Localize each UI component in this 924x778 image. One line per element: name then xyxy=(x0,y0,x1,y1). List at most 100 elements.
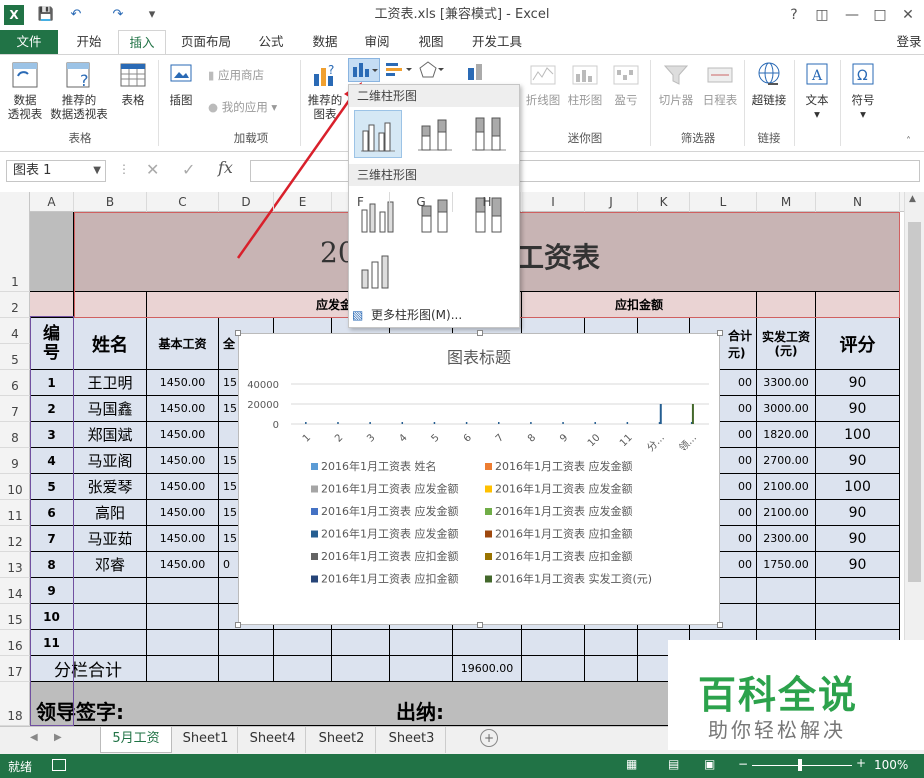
table-row-net[interactable]: 1750.00 xyxy=(757,552,816,578)
subtotal-cell[interactable] xyxy=(147,656,219,682)
header-base[interactable]: 基本工资 xyxy=(147,318,219,370)
table-row-score[interactable]: 90 xyxy=(816,526,900,552)
scatter-chart-button[interactable] xyxy=(416,60,446,80)
sheet-tab-sheet3[interactable]: Sheet3 xyxy=(378,727,446,753)
header-score[interactable]: 评分 xyxy=(816,318,900,370)
table-row-score[interactable]: 90 xyxy=(816,500,900,526)
zoom-in-icon[interactable]: + xyxy=(856,756,866,770)
3d-column-option[interactable] xyxy=(354,248,402,296)
table-row-net[interactable]: 3300.00 xyxy=(757,370,816,396)
header-num[interactable]: 编 号 xyxy=(30,318,74,370)
subtotal-cell[interactable] xyxy=(274,656,332,682)
table-row-num[interactable]: 4 xyxy=(30,448,74,474)
row-header-9[interactable]: 9 xyxy=(0,448,30,474)
table-row-base[interactable] xyxy=(147,578,219,604)
name-header-top[interactable] xyxy=(74,292,147,318)
column-header-e[interactable]: E xyxy=(274,192,332,212)
row-header-13[interactable]: 13 xyxy=(0,552,30,578)
row-header-17[interactable]: 17 xyxy=(0,656,30,682)
table-row-score[interactable]: 90 xyxy=(816,396,900,422)
tab-view[interactable]: 视图 xyxy=(408,30,454,54)
net-header-top[interactable] xyxy=(757,292,816,318)
table-row-net[interactable]: 3000.00 xyxy=(757,396,816,422)
row-header-11[interactable]: 11 xyxy=(0,500,30,526)
table-row-num[interactable]: 1 xyxy=(30,370,74,396)
timeline-button[interactable]: 日程表 xyxy=(700,60,740,107)
name-box[interactable]: 图表 1 ▼ xyxy=(6,160,106,182)
table-row-num[interactable]: 8 xyxy=(30,552,74,578)
table-row-name[interactable]: 马国鑫 xyxy=(74,396,147,422)
table-row-net[interactable]: 2300.00 xyxy=(757,526,816,552)
column-header-d[interactable]: D xyxy=(219,192,274,212)
sparkline-line-button[interactable]: 折线图 xyxy=(524,60,562,107)
macro-record-icon[interactable] xyxy=(52,759,66,771)
column-header-a[interactable]: A xyxy=(30,192,74,212)
table-row-base[interactable]: 1450.00 xyxy=(147,474,219,500)
ribbon-display-icon[interactable]: ◫ xyxy=(808,3,836,27)
close-button[interactable]: ✕ xyxy=(894,3,922,27)
sheet-tab-sheet1[interactable]: Sheet1 xyxy=(174,727,238,753)
table-row-num[interactable]: 5 xyxy=(30,474,74,500)
zoom-level[interactable]: 100% xyxy=(874,758,908,772)
chart-resize-handle[interactable] xyxy=(235,622,241,628)
tab-insert[interactable]: 插入 xyxy=(118,30,166,54)
column-header-l[interactable]: L xyxy=(690,192,757,212)
table-row-net[interactable]: 2700.00 xyxy=(757,448,816,474)
column-header-f[interactable]: F xyxy=(332,192,390,212)
row-header-8[interactable]: 8 xyxy=(0,422,30,448)
zoom-slider[interactable] xyxy=(752,765,852,766)
table-row-name[interactable]: 郑国斌 xyxy=(74,422,147,448)
subtotal-cell[interactable] xyxy=(219,656,274,682)
row-header-4[interactable]: 4 xyxy=(0,318,30,344)
table-row-base[interactable]: 1450.00 xyxy=(147,370,219,396)
stacked-column-option[interactable] xyxy=(412,110,460,158)
subtotal-cell[interactable] xyxy=(332,656,390,682)
add-sheet-button[interactable]: + xyxy=(480,729,498,747)
select-all-corner[interactable] xyxy=(0,192,30,212)
table-row-cell[interactable] xyxy=(274,630,332,656)
pivot-chart-button[interactable] xyxy=(464,62,504,82)
table-row-base[interactable]: 1450.00 xyxy=(147,500,219,526)
zoom-slider-thumb[interactable] xyxy=(798,759,802,771)
tab-home[interactable]: 开始 xyxy=(64,30,114,54)
header-name[interactable]: 姓名 xyxy=(74,318,147,370)
tab-review[interactable]: 审阅 xyxy=(354,30,400,54)
cancel-icon[interactable]: ✕ xyxy=(146,160,159,179)
column-header-c[interactable]: C xyxy=(147,192,219,212)
table-button[interactable]: 表格 xyxy=(114,60,152,107)
table-row-score[interactable] xyxy=(816,578,900,604)
chevron-down-icon[interactable]: ▼ xyxy=(93,161,101,181)
row-header-2[interactable]: 2 xyxy=(0,292,30,318)
zoom-out-icon[interactable]: − xyxy=(738,757,748,771)
table-row-score[interactable]: 100 xyxy=(816,474,900,500)
score-header-top[interactable] xyxy=(816,292,900,318)
subtotal-label[interactable]: 分栏合计 xyxy=(30,656,147,682)
table-row-name[interactable]: 马亚阁 xyxy=(74,448,147,474)
percent-column-option[interactable] xyxy=(466,110,514,158)
table-row-score[interactable]: 90 xyxy=(816,448,900,474)
tab-formulas[interactable]: 公式 xyxy=(248,30,294,54)
column-header-i[interactable]: I xyxy=(522,192,585,212)
enter-icon[interactable]: ✓ xyxy=(182,160,195,179)
subtotal-cell[interactable] xyxy=(390,656,453,682)
recommended-pivot-button[interactable]: ? 推荐的 数据透视表 xyxy=(50,60,108,121)
row-header-6[interactable]: 6 xyxy=(0,370,30,396)
sheet-tab-sheet4[interactable]: Sheet4 xyxy=(240,727,306,753)
sheet-tab-sheet2[interactable]: Sheet2 xyxy=(308,727,376,753)
normal-view-icon[interactable]: ▦ xyxy=(626,757,637,771)
page-layout-view-icon[interactable]: ▤ xyxy=(668,757,679,771)
row-header-12[interactable]: 12 xyxy=(0,526,30,552)
table-row-num[interactable]: 10 xyxy=(30,604,74,630)
header-net[interactable]: 实发工资 (元) xyxy=(757,318,816,370)
chart-resize-handle[interactable] xyxy=(235,330,241,336)
table-row-score[interactable] xyxy=(816,604,900,630)
help-button[interactable]: ? xyxy=(780,3,808,27)
table-row-name[interactable] xyxy=(74,578,147,604)
column-header-n[interactable]: N xyxy=(816,192,900,212)
subtotal-cell[interactable] xyxy=(585,656,638,682)
symbol-button[interactable]: Ω 符号 ▾ xyxy=(844,60,882,121)
text-button[interactable]: A 文本 ▾ xyxy=(798,60,836,121)
column-chart-button[interactable] xyxy=(348,58,380,82)
scroll-thumb[interactable] xyxy=(908,222,921,582)
illustrations-button[interactable]: 插图 xyxy=(162,60,200,107)
